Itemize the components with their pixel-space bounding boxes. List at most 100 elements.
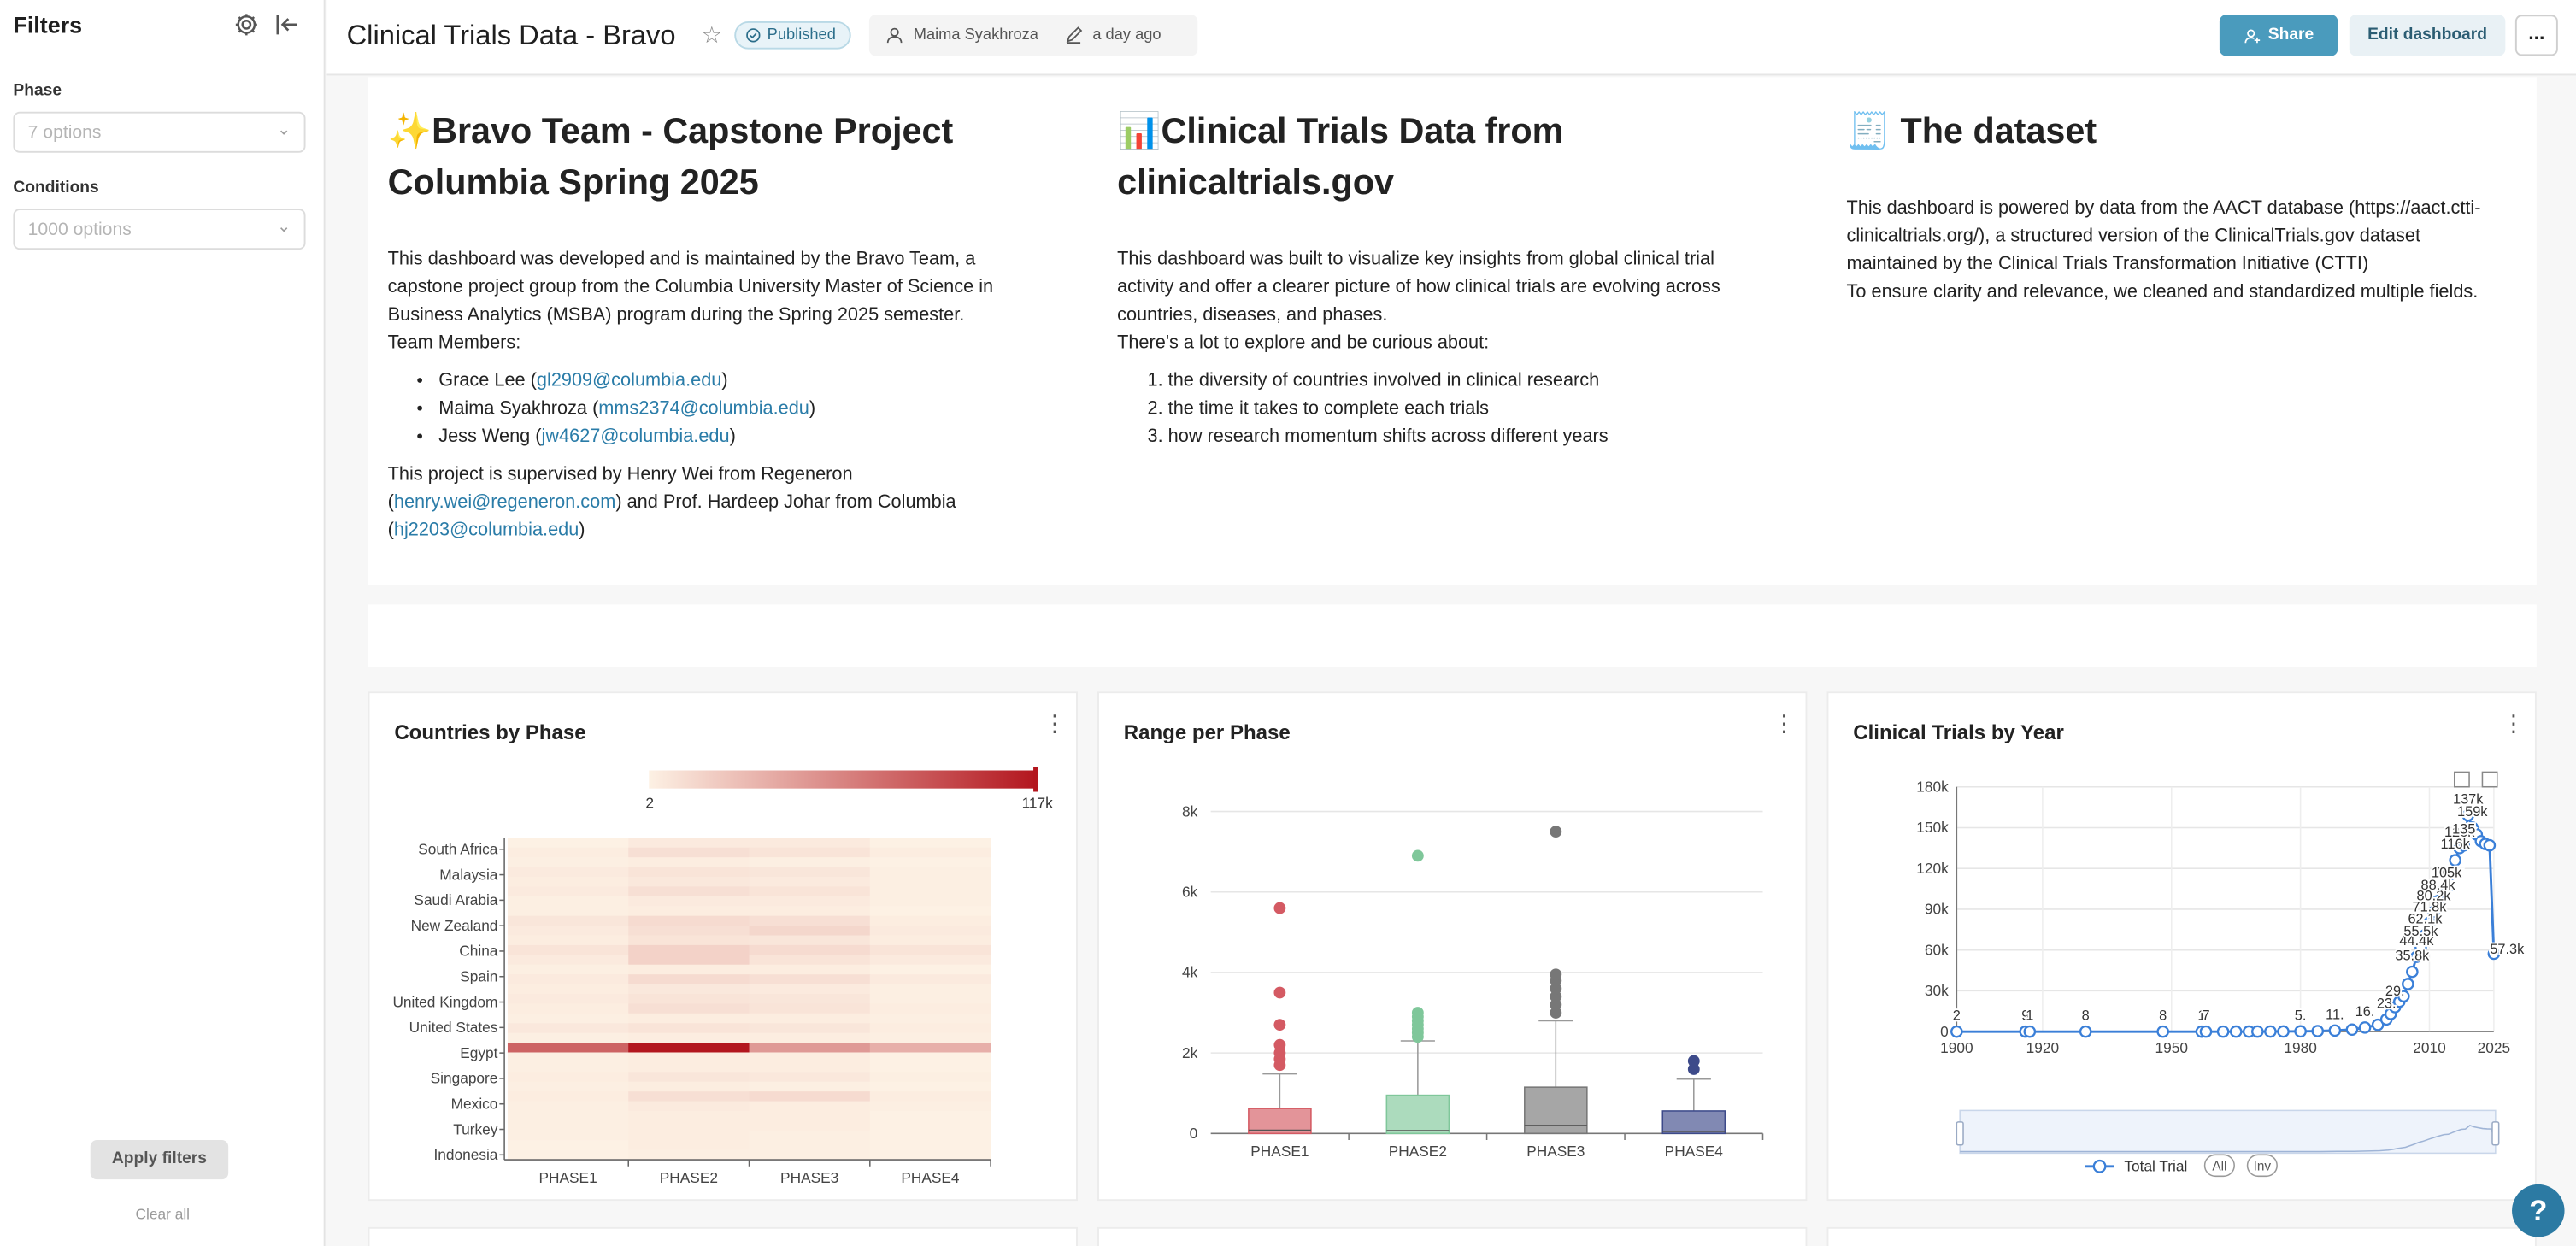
legend-toggle-label: Inv	[2254, 1160, 2272, 1174]
conditions-select-placeholder: 1000 options	[27, 220, 132, 240]
heatmap-cell	[749, 1013, 871, 1024]
data-point	[2229, 1025, 2243, 1038]
data-label: 105k	[2432, 866, 2462, 881]
heatmap-cell	[628, 984, 750, 995]
heatmap-cell	[869, 1072, 991, 1083]
modified-time: a day ago	[1092, 26, 1162, 44]
outlier-point	[1411, 849, 1424, 862]
next-card-stub	[1826, 1226, 2537, 1246]
y-tick-label: 2k	[1182, 1044, 1198, 1061]
data-label: 8	[2082, 1008, 2090, 1024]
scale-max-label: 117k	[1022, 795, 1054, 812]
more-options-button[interactable]: ...	[2514, 15, 2558, 56]
heatmap-cell	[628, 1072, 750, 1083]
heatmap-cell	[628, 1140, 750, 1151]
heatmap-cell	[869, 886, 991, 897]
collapse-sidebar-icon[interactable]	[274, 11, 301, 38]
list-item: the diversity of countries involved in c…	[1168, 368, 1774, 397]
member-name: Grace Lee	[438, 371, 526, 391]
data-label: 1	[2026, 1008, 2033, 1024]
y-tick-label: 150k	[1916, 819, 1949, 836]
explore-text: There's a lot to explore and be curious …	[1117, 333, 1490, 354]
zoom-icon	[2453, 771, 2470, 788]
data-label: 5.	[2295, 1008, 2307, 1023]
y-tick-label: United States	[409, 1019, 498, 1036]
heatmap-cell	[749, 876, 871, 887]
heatmap-cell	[507, 955, 629, 966]
data-point	[2251, 1025, 2264, 1038]
supervisor-email-link[interactable]: henry.wei@regeneron.com	[394, 493, 615, 513]
data-point	[2294, 1025, 2307, 1038]
y-tick-label: 6k	[1182, 884, 1198, 901]
owner-meta: Maima Syakhroza a day ago	[868, 15, 1198, 56]
supervisor-email-link[interactable]: hj2203@columbia.edu	[394, 520, 579, 540]
heatmap-cell	[628, 1013, 750, 1024]
heatmap-cell	[628, 847, 750, 858]
heatmap-cell	[869, 926, 991, 937]
phase-select[interactable]: 7 options ⌄	[13, 111, 306, 153]
heatmap-cell	[507, 974, 629, 985]
outlier-point	[1550, 968, 1562, 981]
help-button[interactable]: ?	[2512, 1184, 2565, 1237]
supervision-suffix: )	[579, 520, 585, 541]
heatmap-cell	[869, 1120, 991, 1131]
heatmap-cell	[628, 886, 750, 897]
x-tick-label: PHASE4	[901, 1169, 960, 1186]
data-label: 159k	[2457, 804, 2488, 820]
apply-filters-button[interactable]: Apply filters	[90, 1140, 229, 1180]
member-email-link[interactable]: gl2909@columbia.edu	[537, 371, 721, 391]
heatmap-cell	[869, 1013, 991, 1024]
data-label: 29.	[2385, 984, 2405, 999]
data-point	[2345, 1023, 2359, 1037]
edit-dashboard-button[interactable]: Edit dashboard	[2349, 15, 2506, 56]
y-tick-label: 30k	[1925, 982, 1949, 999]
data-point	[2079, 1025, 2092, 1038]
legend-label: Total Trial	[2124, 1158, 2187, 1175]
data-point	[2311, 1025, 2325, 1037]
heatmap-cell	[749, 1061, 871, 1073]
heatmap-cell	[749, 1101, 871, 1112]
heatmap-cell	[869, 974, 991, 985]
line-chart: 0 30k 60k 90k 120k 150k 180k 1900 1920 1950 1980 20…	[1916, 771, 2526, 1178]
color-scale-bar	[649, 770, 1037, 789]
heatmap-cell	[628, 1130, 750, 1141]
member-email-link[interactable]: mms2374@columbia.edu	[598, 399, 809, 419]
data-point	[2483, 838, 2497, 852]
gear-icon[interactable]	[233, 11, 260, 38]
y-tick-label: Malaysia	[439, 866, 498, 883]
heatmap-cell	[749, 974, 871, 985]
heatmap-cell	[749, 896, 871, 907]
heatmap-cell	[507, 1061, 629, 1073]
heatmap-cell	[749, 984, 871, 995]
heatmap-cell	[628, 1052, 750, 1063]
trials-by-year-card: Clinical Trials by Year ⋮ 0 30k 60k 90k 120k…	[1826, 691, 2537, 1202]
team-heading: ✨Bravo Team - Capstone Project Columbia …	[387, 111, 954, 203]
member-email-link[interactable]: jw4627@columbia.edu	[542, 427, 730, 447]
heatmap-cell	[869, 857, 991, 868]
data-point	[2216, 1025, 2230, 1038]
heatmap-cell	[749, 926, 871, 937]
conditions-select[interactable]: 1000 options ⌄	[13, 209, 306, 250]
chevron-down-icon: ⌄	[277, 121, 291, 140]
share-button[interactable]: Share	[2219, 15, 2338, 56]
heatmap-cell	[628, 838, 750, 849]
y-tick-label: 8k	[1182, 802, 1198, 820]
heatmap-cell	[507, 896, 629, 907]
y-tick-label: China	[459, 943, 498, 960]
outlier-point	[1273, 902, 1286, 914]
heatmap-cell	[507, 935, 629, 946]
heatmap-cell	[869, 1091, 991, 1102]
heatmap-chart: 2 117k South Africa Malaysia Saudi Arabia New…	[392, 767, 1054, 1186]
next-card-stub	[1097, 1226, 1808, 1246]
heatmap-cell	[749, 935, 871, 946]
heatmap-cell	[749, 915, 871, 926]
heatmap-cell	[507, 944, 629, 955]
star-icon[interactable]: ☆	[702, 21, 722, 50]
zoom-handle-left	[1956, 1121, 1964, 1146]
box	[1524, 1086, 1588, 1135]
heatmap-cell	[749, 955, 871, 966]
heatmap-cell	[869, 1149, 991, 1161]
heatmap-cell	[869, 993, 991, 1004]
heatmap-cell	[749, 1110, 871, 1121]
clear-all-link[interactable]: Clear all	[0, 1206, 326, 1222]
